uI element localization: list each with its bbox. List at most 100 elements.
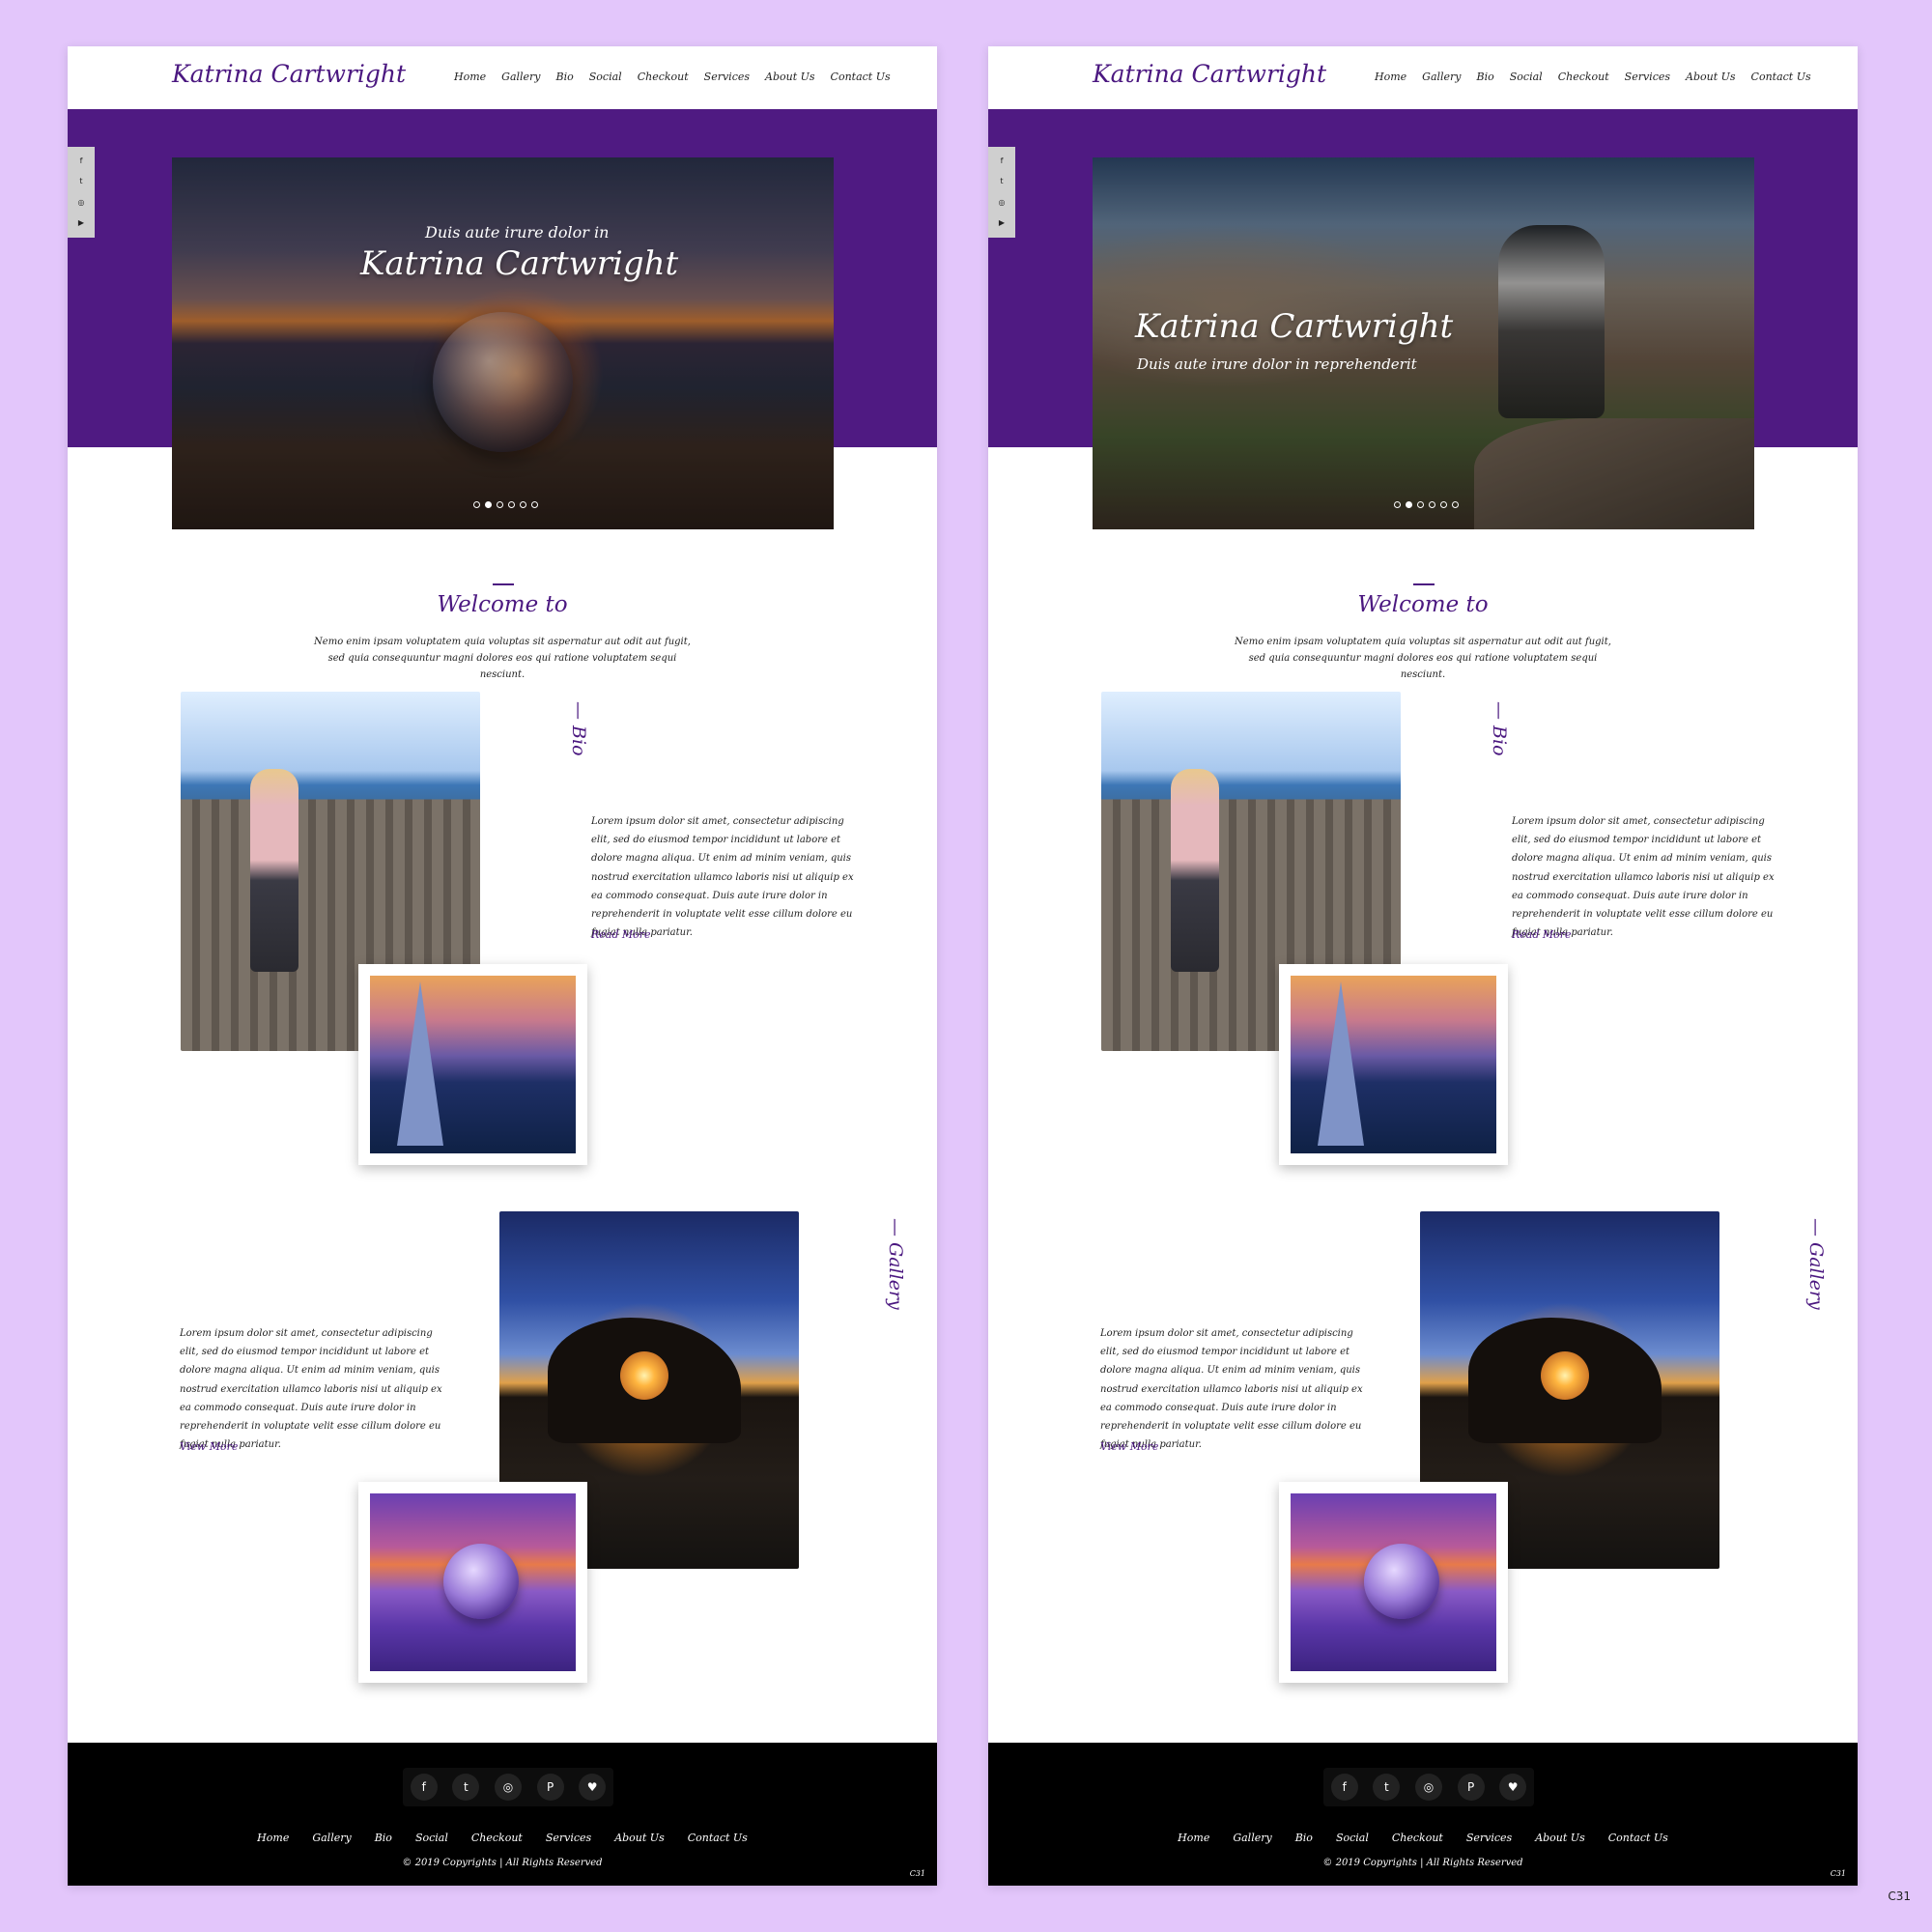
slider-dot-active[interactable] xyxy=(1406,501,1412,508)
read-more-link[interactable]: Read More xyxy=(591,928,651,941)
footer-nav-services[interactable]: Services xyxy=(1466,1832,1512,1844)
youtube-icon[interactable]: ▶ xyxy=(999,218,1005,228)
gallery-section-label: — Gallery xyxy=(885,1218,906,1310)
gallery-text: Lorem ipsum dolor sit amet, consectetur … xyxy=(1100,1328,1363,1451)
read-more-link[interactable]: Read More xyxy=(1512,928,1572,941)
hero-slider[interactable]: Katrina Cartwright Duis aute irure dolor… xyxy=(1093,157,1754,529)
twitter-icon[interactable]: t xyxy=(1000,177,1003,186)
footer-nav-home[interactable]: Home xyxy=(1178,1832,1209,1844)
welcome-text: Nemo enim ipsam voluptatem quia voluptas… xyxy=(1235,637,1611,680)
nav-item-social[interactable]: Social xyxy=(1510,71,1543,83)
slider-dot[interactable] xyxy=(1429,501,1435,508)
nav-item-services[interactable]: Services xyxy=(1625,71,1670,83)
heart-icon[interactable]: ♥ xyxy=(579,1774,607,1801)
twitter-icon[interactable]: t xyxy=(1373,1774,1401,1801)
instagram-icon[interactable]: ◎ xyxy=(999,198,1006,208)
page-variant-b: Katrina Cartwright Home Gallery Bio Soci… xyxy=(988,46,1858,1886)
welcome-text: Nemo enim ipsam voluptatem quia voluptas… xyxy=(314,637,691,680)
footer-nav-gallery[interactable]: Gallery xyxy=(312,1832,351,1844)
slider-dot[interactable] xyxy=(1440,501,1447,508)
logo[interactable]: Katrina Cartwright xyxy=(1093,60,1326,88)
facebook-icon[interactable]: f xyxy=(80,156,83,166)
footer-nav-bio[interactable]: Bio xyxy=(375,1832,392,1844)
instagram-icon[interactable]: ◎ xyxy=(494,1774,522,1801)
slider-dot[interactable] xyxy=(1417,501,1424,508)
instagram-icon[interactable]: ◎ xyxy=(78,198,85,208)
footer-nav-gallery[interactable]: Gallery xyxy=(1233,1832,1271,1844)
slider-dot[interactable] xyxy=(473,501,480,508)
twitter-icon[interactable]: t xyxy=(79,177,82,186)
welcome-title: Welcome to xyxy=(437,592,568,617)
slider-dot-active[interactable] xyxy=(485,501,492,508)
nav-item-home[interactable]: Home xyxy=(1375,71,1406,83)
facebook-icon[interactable]: f xyxy=(1001,156,1004,166)
heart-icon[interactable]: ♥ xyxy=(1499,1774,1527,1801)
copyright: © 2019 Copyrights | All Rights Reserved xyxy=(1322,1858,1523,1868)
nav-item-services[interactable]: Services xyxy=(704,71,750,83)
social-rail: f t ◎ ▶ xyxy=(988,147,1015,238)
gallery-section-label: — Gallery xyxy=(1805,1218,1827,1310)
instagram-icon[interactable]: ◎ xyxy=(1414,1774,1442,1801)
facebook-icon[interactable]: f xyxy=(1330,1774,1358,1801)
bio-photo-tree xyxy=(1279,964,1508,1165)
nav-item-bio[interactable]: Bio xyxy=(1477,71,1494,83)
bio-section-label: — Bio xyxy=(1489,701,1510,756)
view-more-link[interactable]: View More xyxy=(180,1440,238,1453)
bio-section-label: — Bio xyxy=(568,701,589,756)
nav-item-gallery[interactable]: Gallery xyxy=(1422,71,1461,83)
footer-social-bar: f t ◎ P ♥ xyxy=(403,1768,613,1806)
footer-nav-contact-us[interactable]: Contact Us xyxy=(688,1832,748,1844)
footer-nav-bio[interactable]: Bio xyxy=(1295,1832,1313,1844)
nav-item-checkout[interactable]: Checkout xyxy=(638,71,689,83)
nav-item-about-us[interactable]: About Us xyxy=(1686,71,1736,83)
footer-nav-contact-us[interactable]: Contact Us xyxy=(1608,1832,1668,1844)
bio-text: Lorem ipsum dolor sit amet, consectetur … xyxy=(1512,816,1775,939)
footer-nav-home[interactable]: Home xyxy=(257,1832,289,1844)
twitter-icon[interactable]: t xyxy=(452,1774,480,1801)
footer-nav: Home Gallery Bio Social Checkout Service… xyxy=(68,1832,937,1844)
nav-item-home[interactable]: Home xyxy=(454,71,486,83)
nav-item-contact-us[interactable]: Contact Us xyxy=(831,71,891,83)
slider-dots xyxy=(473,501,538,508)
view-more-link[interactable]: View More xyxy=(1100,1440,1158,1453)
hero-slider[interactable]: Duis aute irure dolor in Katrina Cartwri… xyxy=(172,157,834,529)
nav-item-social[interactable]: Social xyxy=(589,71,622,83)
gallery-photo-crystal-ball xyxy=(1279,1482,1508,1683)
copyright: © 2019 Copyrights | All Rights Reserved xyxy=(402,1858,603,1868)
logo[interactable]: Katrina Cartwright xyxy=(172,60,406,88)
footer-nav-social[interactable]: Social xyxy=(415,1832,448,1844)
slider-dot[interactable] xyxy=(1394,501,1401,508)
slider-dot[interactable] xyxy=(520,501,526,508)
nav-item-checkout[interactable]: Checkout xyxy=(1558,71,1609,83)
footer-nav-services[interactable]: Services xyxy=(546,1832,591,1844)
main-nav: Home Gallery Bio Social Checkout Service… xyxy=(454,71,891,83)
slider-dot[interactable] xyxy=(508,501,515,508)
footer-nav-checkout[interactable]: Checkout xyxy=(1392,1832,1443,1844)
youtube-icon[interactable]: ▶ xyxy=(78,218,84,228)
footer-nav-about-us[interactable]: About Us xyxy=(614,1832,665,1844)
footer-nav-checkout[interactable]: Checkout xyxy=(471,1832,523,1844)
nav-item-bio[interactable]: Bio xyxy=(556,71,574,83)
nav-item-about-us[interactable]: About Us xyxy=(765,71,815,83)
slider-dot[interactable] xyxy=(497,501,503,508)
gallery-photo-crystal-ball xyxy=(358,1482,587,1683)
footer-nav-about-us[interactable]: About Us xyxy=(1535,1832,1585,1844)
main-nav: Home Gallery Bio Social Checkout Service… xyxy=(1375,71,1811,83)
footer-social-bar: f t ◎ P ♥ xyxy=(1323,1768,1534,1806)
pinterest-icon[interactable]: P xyxy=(1457,1774,1485,1801)
nav-item-contact-us[interactable]: Contact Us xyxy=(1751,71,1811,83)
footer-nav-social[interactable]: Social xyxy=(1336,1832,1369,1844)
hero-pretitle: Duis aute irure dolor in xyxy=(425,223,610,242)
footer: f t ◎ P ♥ Home Gallery Bio Social Checko… xyxy=(68,1743,937,1886)
page-variant-a: Katrina Cartwright Home Gallery Bio Soci… xyxy=(68,46,937,1886)
header: Katrina Cartwright Home Gallery Bio Soci… xyxy=(68,46,937,109)
footer-nav: Home Gallery Bio Social Checkout Service… xyxy=(988,1832,1858,1844)
gallery-text: Lorem ipsum dolor sit amet, consectetur … xyxy=(180,1328,442,1451)
facebook-icon[interactable]: f xyxy=(410,1774,438,1801)
footer: f t ◎ P ♥ Home Gallery Bio Social Checko… xyxy=(988,1743,1858,1886)
bio-photo-tree xyxy=(358,964,587,1165)
pinterest-icon[interactable]: P xyxy=(536,1774,564,1801)
slider-dot[interactable] xyxy=(1452,501,1459,508)
nav-item-gallery[interactable]: Gallery xyxy=(501,71,540,83)
slider-dot[interactable] xyxy=(531,501,538,508)
